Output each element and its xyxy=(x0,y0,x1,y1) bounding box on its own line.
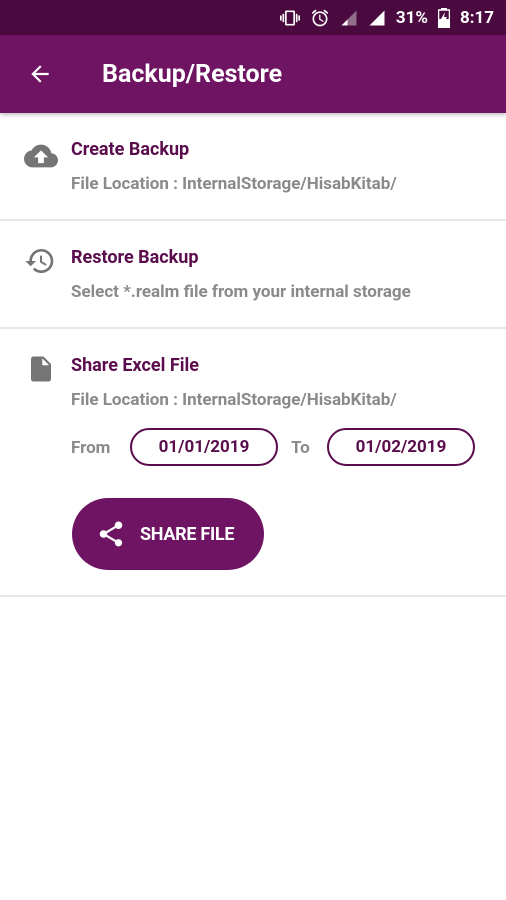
share-excel-location: File Location : InternalStorage/HisabKit… xyxy=(71,390,397,410)
share-file-button[interactable]: SHARE FILE xyxy=(72,498,264,570)
page-title: Backup/Restore xyxy=(102,59,283,89)
restore-backup-title: Restore Backup xyxy=(71,247,199,268)
arrow-back-icon xyxy=(31,65,49,83)
restore-backup-description: Select *.realm file from your internal s… xyxy=(71,282,411,302)
restore-backup-section[interactable]: Restore Backup Select *.realm file from … xyxy=(0,221,506,329)
share-file-label: SHARE FILE xyxy=(140,523,235,545)
app-bar: Backup/Restore xyxy=(0,35,506,113)
from-label: From xyxy=(71,438,111,458)
create-backup-title: Create Backup xyxy=(71,139,190,160)
file-icon xyxy=(31,356,51,382)
battery-percent: 31% xyxy=(395,7,428,28)
battery-charging-icon xyxy=(437,7,450,28)
cloud-upload-icon xyxy=(24,144,58,168)
status-bar: 31% 8:17 xyxy=(0,0,506,35)
signal-icon xyxy=(368,9,386,27)
back-button[interactable] xyxy=(0,35,80,113)
alarm-icon xyxy=(310,8,330,28)
create-backup-location: File Location : InternalStorage/HisabKit… xyxy=(71,174,397,194)
clock: 8:17 xyxy=(459,7,494,28)
to-label: To xyxy=(291,438,310,458)
signal-weak-icon xyxy=(340,9,358,27)
vibrate-icon xyxy=(279,8,300,28)
history-icon xyxy=(25,249,54,273)
share-excel-title: Share Excel File xyxy=(71,355,199,376)
to-date-field[interactable]: 01/02/2019 xyxy=(327,428,475,466)
from-date-field[interactable]: 01/01/2019 xyxy=(130,428,278,466)
create-backup-section[interactable]: Create Backup File Location : InternalSt… xyxy=(0,113,506,221)
share-icon xyxy=(96,519,126,549)
